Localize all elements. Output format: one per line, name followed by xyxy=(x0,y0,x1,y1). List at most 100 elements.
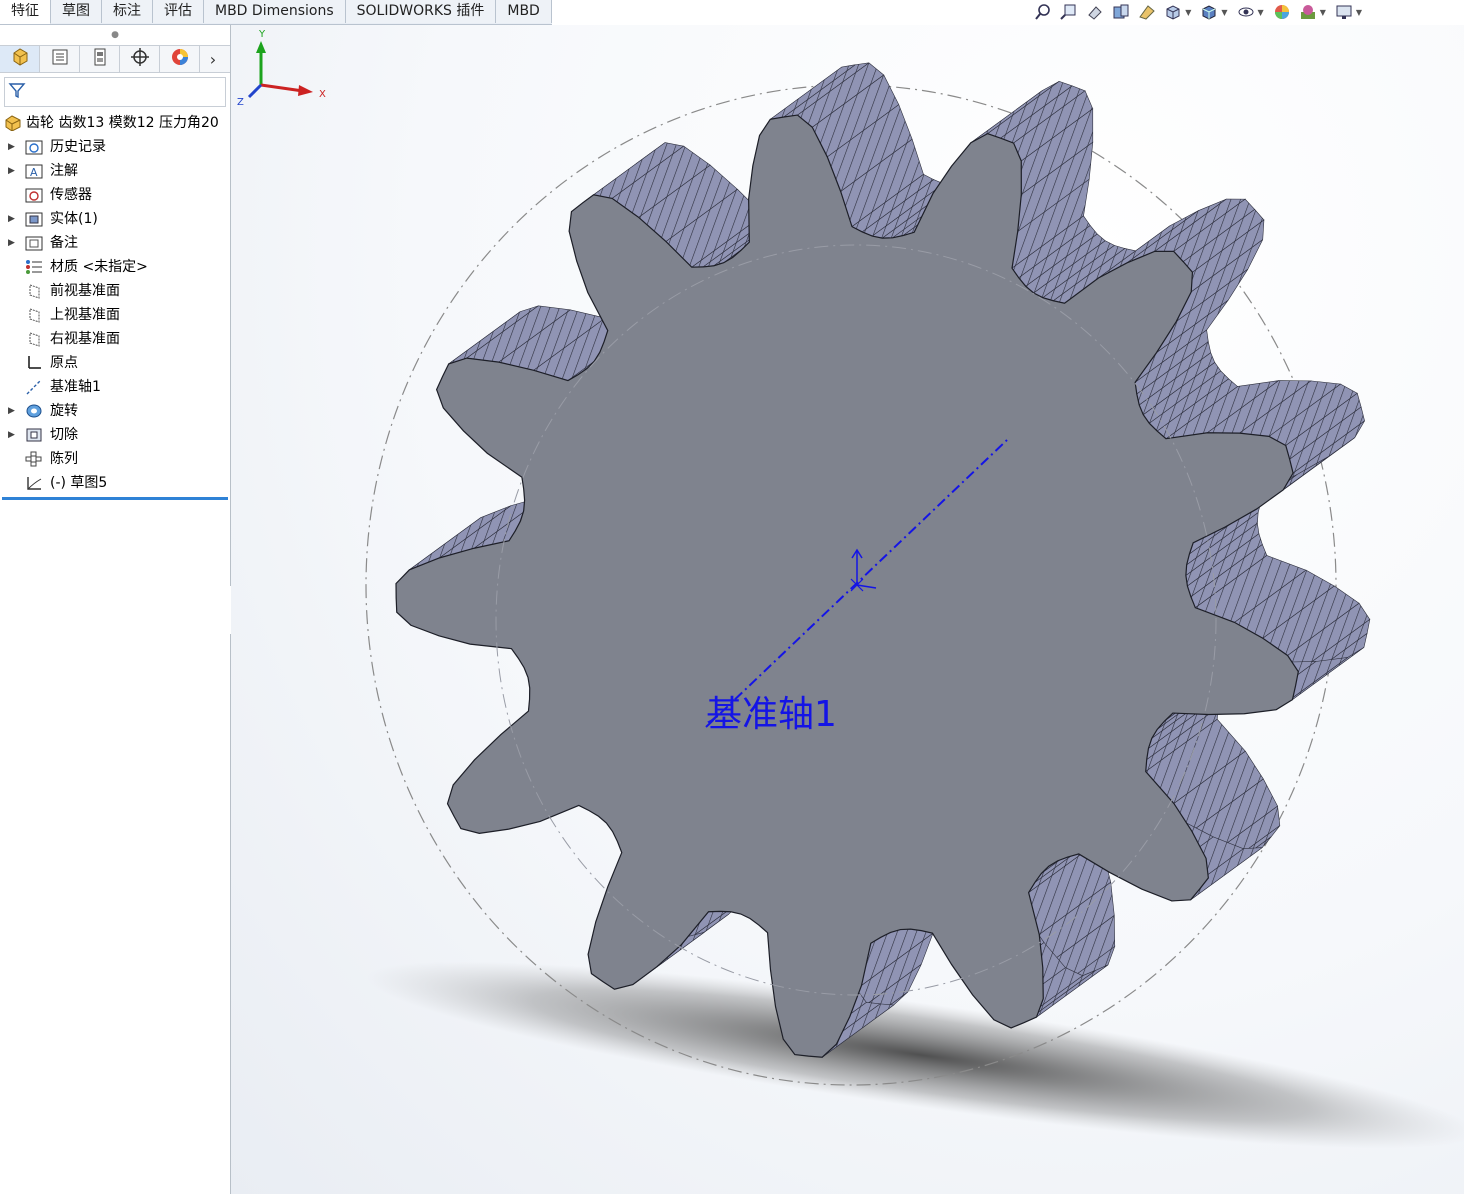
solid-bodies-icon xyxy=(25,211,43,227)
view-settings-icon[interactable] xyxy=(1334,2,1354,22)
tree-item-9[interactable]: 原点 xyxy=(0,351,230,375)
tree-root-label: 齿轮 齿数13 模数12 压力角20 xyxy=(26,115,219,131)
command-tab-0[interactable]: 特征 xyxy=(0,0,51,24)
dynamic-annotation-icon[interactable] xyxy=(1137,2,1157,22)
command-tab-1[interactable]: 草图 xyxy=(51,0,102,23)
part-icon xyxy=(4,115,22,132)
tree-item-2[interactable]: 传感器 xyxy=(0,183,230,207)
tree-item-label: 旋转 xyxy=(50,403,78,419)
expand-arrow-icon[interactable]: ▶ xyxy=(8,159,15,183)
tree-item-14[interactable]: (-) 草图5 xyxy=(0,471,230,495)
tree-item-5[interactable]: 材质 <未指定> xyxy=(0,255,230,279)
featuremanager-panel: ● › 齿轮 齿数13 模数12 压力角20 ▶ 历史记录 ▶ A 注解传感器 ▶ 实体(1… xyxy=(0,25,231,1194)
more-tabs-chevron-icon[interactable]: › xyxy=(200,46,226,72)
filter-icon xyxy=(8,81,26,103)
chevron-down-icon[interactable]: ▼ xyxy=(1221,8,1227,17)
expand-arrow-icon[interactable]: ▶ xyxy=(8,135,15,159)
dimxpert-icon xyxy=(130,47,150,71)
configurationmanager-tab[interactable] xyxy=(80,46,120,72)
tree-item-11[interactable]: ▶ 旋转 xyxy=(0,399,230,423)
svg-text:A: A xyxy=(30,166,38,179)
zoom-area-icon[interactable] xyxy=(1059,2,1079,22)
command-manager-tabs: 特征 草图 标注 评估 MBD Dimensions SOLIDWORKS 插件 MBD xyxy=(0,0,552,25)
chevron-down-icon[interactable]: ▼ xyxy=(1320,8,1326,17)
rollback-bar[interactable] xyxy=(2,497,228,500)
tree-item-10[interactable]: 基准轴1 xyxy=(0,375,230,399)
tree-item-4[interactable]: ▶ 备注 xyxy=(0,231,230,255)
tree-item-label: 上视基准面 xyxy=(50,307,120,323)
hide-show-items-icon[interactable] xyxy=(1236,2,1256,22)
featuremanager-icon xyxy=(10,47,30,71)
history-folder-icon xyxy=(25,139,43,155)
command-tab-5[interactable]: SOLIDWORKS 插件 xyxy=(345,0,497,23)
axis-icon xyxy=(25,379,43,395)
apply-scene-icon[interactable] xyxy=(1298,2,1318,22)
configurationmanager-icon xyxy=(90,47,110,71)
view-orientation-icon[interactable] xyxy=(1163,2,1183,22)
tree-item-1[interactable]: ▶ A 注解 xyxy=(0,159,230,183)
panel-tabs: › xyxy=(0,45,230,73)
tree-item-label: 基准轴1 xyxy=(50,379,101,395)
material-icon xyxy=(25,259,43,275)
annotations-icon: A xyxy=(25,163,43,179)
tree-item-13[interactable]: 陈列 xyxy=(0,447,230,471)
gear-face[interactable] xyxy=(395,114,1299,1058)
tree-item-7[interactable]: 上视基准面 xyxy=(0,303,230,327)
tree-item-label: 原点 xyxy=(50,355,78,371)
command-tab-3[interactable]: 评估 xyxy=(153,0,204,23)
origin-icon xyxy=(25,355,43,371)
tree-item-label: 注解 xyxy=(50,163,78,179)
revolve-icon xyxy=(25,403,43,419)
tree-item-label: 右视基准面 xyxy=(50,331,120,347)
expand-arrow-icon[interactable]: ▶ xyxy=(8,399,15,423)
dimxpert-tab[interactable] xyxy=(120,46,160,72)
tree-item-label: 实体(1) xyxy=(50,211,98,227)
tree-filter[interactable] xyxy=(4,77,226,107)
tree-item-label: 前视基准面 xyxy=(50,283,120,299)
graphics-viewport[interactable]: 基准轴1 Y X Z xyxy=(231,25,1464,1194)
tree-item-8[interactable]: 右视基准面 xyxy=(0,327,230,351)
tree-item-label: 传感器 xyxy=(50,187,92,203)
tree-item-12[interactable]: ▶ 切除 xyxy=(0,423,230,447)
feature-tree: 齿轮 齿数13 模数12 压力角20 ▶ 历史记录 ▶ A 注解传感器 ▶ 实体(1) ▶ 备注… xyxy=(0,111,230,495)
panel-grip-icon[interactable]: ● xyxy=(0,25,230,45)
propertymanager-tab[interactable] xyxy=(40,46,80,72)
gear-front-face[interactable] xyxy=(395,114,1299,1058)
tree-item-label: 陈列 xyxy=(50,451,78,467)
command-tab-2[interactable]: 标注 xyxy=(102,0,153,23)
section-view-icon[interactable] xyxy=(1111,2,1131,22)
gear-model[interactable] xyxy=(231,25,1464,1194)
tree-item-0[interactable]: ▶ 历史记录 xyxy=(0,135,230,159)
tree-item-3[interactable]: ▶ 实体(1) xyxy=(0,207,230,231)
reference-triad: Y X Z xyxy=(237,29,326,108)
previous-view-icon[interactable] xyxy=(1085,2,1105,22)
command-tab-6[interactable]: MBD xyxy=(496,0,552,23)
plane-icon xyxy=(25,307,43,323)
propertymanager-icon xyxy=(50,47,70,71)
tree-item-6[interactable]: 前视基准面 xyxy=(0,279,230,303)
tree-item-label: 历史记录 xyxy=(50,139,106,155)
tree-item-label: 切除 xyxy=(50,427,78,443)
display-manager-icon xyxy=(170,47,190,71)
datum-axis-label[interactable]: 基准轴1 xyxy=(706,685,837,737)
sensors-icon xyxy=(25,187,43,203)
edit-appearance-icon[interactable] xyxy=(1272,2,1292,22)
tree-item-label: 备注 xyxy=(50,235,78,251)
expand-arrow-icon[interactable]: ▶ xyxy=(8,423,15,447)
command-tab-4[interactable]: MBD Dimensions xyxy=(204,0,346,23)
display-manager-tab[interactable] xyxy=(160,46,200,72)
display-style-icon[interactable] xyxy=(1199,2,1219,22)
plane-icon xyxy=(25,331,43,347)
zoom-to-fit-icon[interactable] xyxy=(1033,2,1053,22)
chevron-down-icon[interactable]: ▼ xyxy=(1258,8,1264,17)
chevron-down-icon[interactable]: ▼ xyxy=(1185,8,1191,17)
tree-root-part[interactable]: 齿轮 齿数13 模数12 压力角20 xyxy=(0,111,230,135)
featuremanager-tab[interactable] xyxy=(0,46,40,72)
tree-item-label: 材质 <未指定> xyxy=(50,259,148,275)
expand-arrow-icon[interactable]: ▶ xyxy=(8,207,15,231)
chevron-down-icon[interactable]: ▼ xyxy=(1356,8,1362,17)
expand-arrow-icon[interactable]: ▶ xyxy=(8,231,15,255)
triad-x-label: X xyxy=(319,89,326,100)
notes-icon xyxy=(25,235,43,251)
plane-icon xyxy=(25,283,43,299)
